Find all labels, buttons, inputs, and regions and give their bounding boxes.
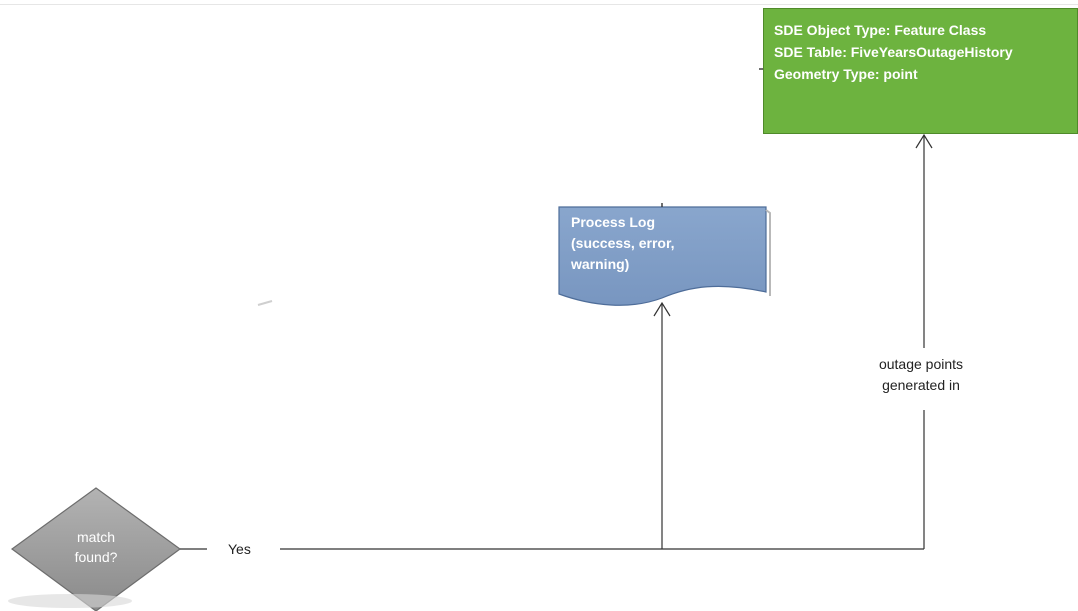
outage-edge-label: outage points generated in [862,354,980,396]
outage-label-line-1: outage points [878,356,964,372]
process-log-label: Process Log (success, error, warning) [571,212,761,275]
yes-edge-label: Yes [228,540,251,558]
process-log-line-2: (success, error, [571,235,675,251]
process-log-line-3: warning) [571,256,630,272]
stray-mark [257,300,273,306]
decision-shadow [8,594,132,608]
diagram-canvas: SDE Object Type: Feature Class SDE Table… [0,0,1078,611]
sde-object-box: SDE Object Type: Feature Class SDE Table… [763,8,1078,134]
geometry-type-text: Geometry Type: point [774,66,918,82]
sde-table-text: SDE Table: FiveYearsOutageHistory [774,44,1013,60]
decision-label: match found? [48,527,144,567]
decision-line-2: found? [74,549,118,565]
process-log-line-1: Process Log [571,214,656,230]
sde-object-type-text: SDE Object Type: Feature Class [774,22,987,38]
outage-label-line-2: generated in [882,377,960,393]
decision-line-1: match [76,529,116,545]
